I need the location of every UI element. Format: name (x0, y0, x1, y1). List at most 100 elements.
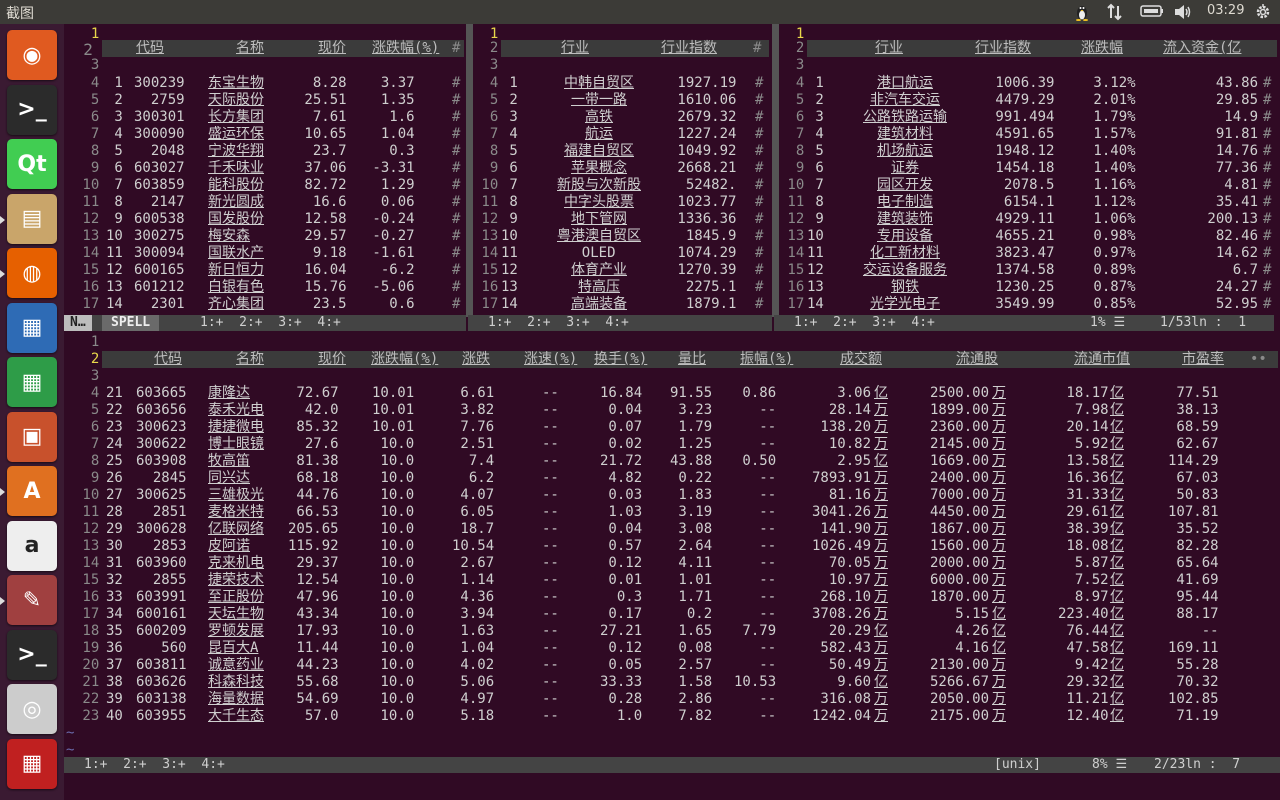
industry-name[interactable]: 光学光电子 (870, 296, 940, 313)
column-header[interactable]: 涨速(%) (524, 351, 577, 368)
column-header[interactable]: 流通股 (956, 351, 998, 368)
industry-name[interactable]: 建筑材料 (877, 126, 933, 143)
industry-name[interactable]: 特高压 (578, 279, 620, 296)
stock-name[interactable]: 科森科技 (208, 674, 264, 691)
stock-name[interactable]: 博士眼镜 (208, 436, 264, 453)
writer-icon[interactable]: ▦ (7, 302, 57, 353)
industry-name[interactable]: 钢铁 (891, 279, 919, 296)
industry-name[interactable]: 专用设备 (877, 228, 933, 245)
stock-name[interactable]: 捷荣技术 (208, 572, 264, 589)
column-header[interactable]: 名称 (236, 351, 264, 368)
stock-name[interactable]: 天坛生物 (208, 606, 264, 623)
stock-name[interactable]: 齐心集团 (208, 296, 264, 313)
stock-name[interactable]: 白银有色 (208, 279, 264, 296)
stock-name[interactable]: 亿联网络 (208, 521, 264, 538)
column-header[interactable]: 代码 (154, 351, 182, 368)
tux-icon[interactable] (1073, 3, 1091, 25)
stock-name[interactable]: 千禾味业 (208, 160, 264, 177)
pane-separator[interactable] (466, 24, 473, 317)
stock-name[interactable]: 能科股份 (208, 177, 264, 194)
industry-name[interactable]: 证券 (891, 160, 919, 177)
stock-name[interactable]: 捷捷微电 (208, 419, 264, 436)
stock-name[interactable]: 泰禾光电 (208, 402, 264, 419)
industry-name[interactable]: 非汽车交运 (870, 92, 940, 109)
stock-name[interactable]: 昆百大A (208, 640, 258, 657)
camera-icon[interactable]: ◎ (7, 684, 57, 734)
column-header[interactable]: 行业指数 (661, 40, 717, 57)
industry-name[interactable]: 苹果概念 (571, 160, 627, 177)
impress-icon[interactable]: ▣ (7, 411, 57, 462)
stock-name[interactable]: 盛运环保 (208, 126, 264, 143)
column-header[interactable]: 行业指数 (975, 40, 1031, 57)
rubbish-icon[interactable]: ▦ (7, 738, 57, 789)
terminal-icon[interactable]: >_ (7, 84, 57, 135)
column-header[interactable]: 量比 (678, 351, 706, 368)
stock-name[interactable]: 宁波华翔 (208, 143, 264, 160)
amazon-icon[interactable]: a (7, 520, 57, 571)
software-center-icon[interactable]: A (7, 466, 57, 516)
industry-name[interactable]: 港口航运 (877, 75, 933, 92)
stock-name[interactable]: 三雄极光 (208, 487, 264, 504)
industry-name[interactable]: OLED (582, 245, 616, 262)
column-header[interactable]: 涨跌幅(%) (371, 351, 438, 368)
industry-name[interactable]: 公路铁路运输 (863, 109, 947, 126)
industry-name[interactable]: 新股与次新股 (557, 177, 641, 194)
industry-name[interactable]: 粤港澳自贸区 (557, 228, 641, 245)
industry-name[interactable]: 中韩自贸区 (564, 75, 634, 92)
tab-list[interactable]: 1:+ 2:+ 3:+ 4:+ (488, 315, 629, 331)
column-header[interactable]: 现价 (318, 351, 346, 368)
column-header[interactable]: 现价 (318, 40, 346, 57)
column-header[interactable]: 涨跌幅 (1081, 40, 1123, 57)
firefox-icon[interactable]: ◍ (7, 248, 57, 298)
column-header[interactable]: 换手(%) (594, 351, 647, 368)
stock-name[interactable]: 皮阿诺 (208, 538, 250, 555)
industry-name[interactable]: 电子制造 (877, 194, 933, 211)
terminal-icon-2[interactable]: >_ (7, 629, 57, 680)
industry-name[interactable]: 高铁 (585, 109, 613, 126)
industry-name[interactable]: 航运 (585, 126, 613, 143)
stock-name[interactable]: 东宝生物 (208, 75, 264, 92)
stock-name[interactable]: 梅安森 (208, 228, 250, 245)
industry-name[interactable]: 福建自贸区 (564, 143, 634, 160)
column-header[interactable]: 流通市值 (1074, 351, 1130, 368)
column-header[interactable]: 名称 (236, 40, 264, 57)
files-icon[interactable]: ▤ (7, 193, 57, 244)
stock-name[interactable]: 国发股份 (208, 211, 264, 228)
tab-list[interactable]: 1:+ 2:+ 3:+ 4:+ (794, 315, 935, 331)
stock-name[interactable]: 新日恒力 (208, 262, 264, 279)
pane-separator[interactable] (772, 24, 779, 317)
pane-industry-flow[interactable]: 1 2 行业 行业指数 涨跌幅 流入资金(亿 3 4 1 港口航运 1006.39 3.1… (779, 24, 1280, 317)
clock-time[interactable]: 03:29 (1207, 3, 1244, 18)
industry-name[interactable]: 机场航运 (877, 143, 933, 160)
industry-name[interactable]: 体育产业 (571, 262, 627, 279)
stock-name[interactable]: 同兴达 (208, 470, 250, 487)
stock-name[interactable]: 康隆达 (208, 385, 250, 402)
column-header[interactable]: 涨跌幅(%) (372, 40, 439, 57)
industry-name[interactable]: 一带一路 (571, 92, 627, 109)
industry-name[interactable]: 地下管网 (571, 211, 627, 228)
stock-name[interactable]: 罗顿发展 (208, 623, 264, 640)
column-header[interactable]: 流入资金(亿 (1163, 40, 1241, 57)
industry-name[interactable]: 化工新材料 (870, 245, 940, 262)
column-header[interactable]: 成交额 (840, 351, 882, 368)
column-header[interactable]: 行业 (875, 40, 903, 57)
tab-list[interactable]: 1:+ 2:+ 3:+ 4:+ (84, 757, 225, 773)
pane-stock-list[interactable]: 1 代码 名称 现价 涨跌幅(%) # 2 3 4 1 300239 东宝生物 8.28 3.… (64, 24, 466, 317)
pane-limit-up-list[interactable]: 1 2 代码 名称 现价 涨跌幅(%) 涨跌 涨速(%) 换手(%) 量比 振幅(%) 成交额 流通股… (64, 332, 1280, 758)
volume-icon[interactable] (1173, 3, 1193, 25)
stock-name[interactable]: 大千生态 (208, 708, 264, 725)
industry-name[interactable]: 建筑装饰 (877, 211, 933, 228)
system-settings-icon[interactable]: ✎ (7, 575, 57, 625)
column-header[interactable]: 涨跌 (462, 351, 490, 368)
stock-name[interactable]: 克来机电 (208, 555, 264, 572)
terminal-window[interactable]: 1 代码 名称 现价 涨跌幅(%) # 2 3 4 1 300239 东宝生物 8.28 3.… (64, 24, 1280, 800)
column-header[interactable]: 市盈率 (1182, 351, 1224, 368)
qt-creator-icon[interactable]: Qt (7, 139, 57, 189)
column-header[interactable]: 振幅(%) (740, 351, 793, 368)
stock-name[interactable]: 天际股份 (208, 92, 264, 109)
ubuntu-dash-icon[interactable]: ◉ (7, 30, 57, 80)
stock-name[interactable]: 诚意药业 (208, 657, 264, 674)
industry-name[interactable]: 高端装备 (571, 296, 627, 313)
network-arrows-icon[interactable] (1106, 3, 1124, 25)
industry-name[interactable]: 中字头股票 (564, 194, 634, 211)
